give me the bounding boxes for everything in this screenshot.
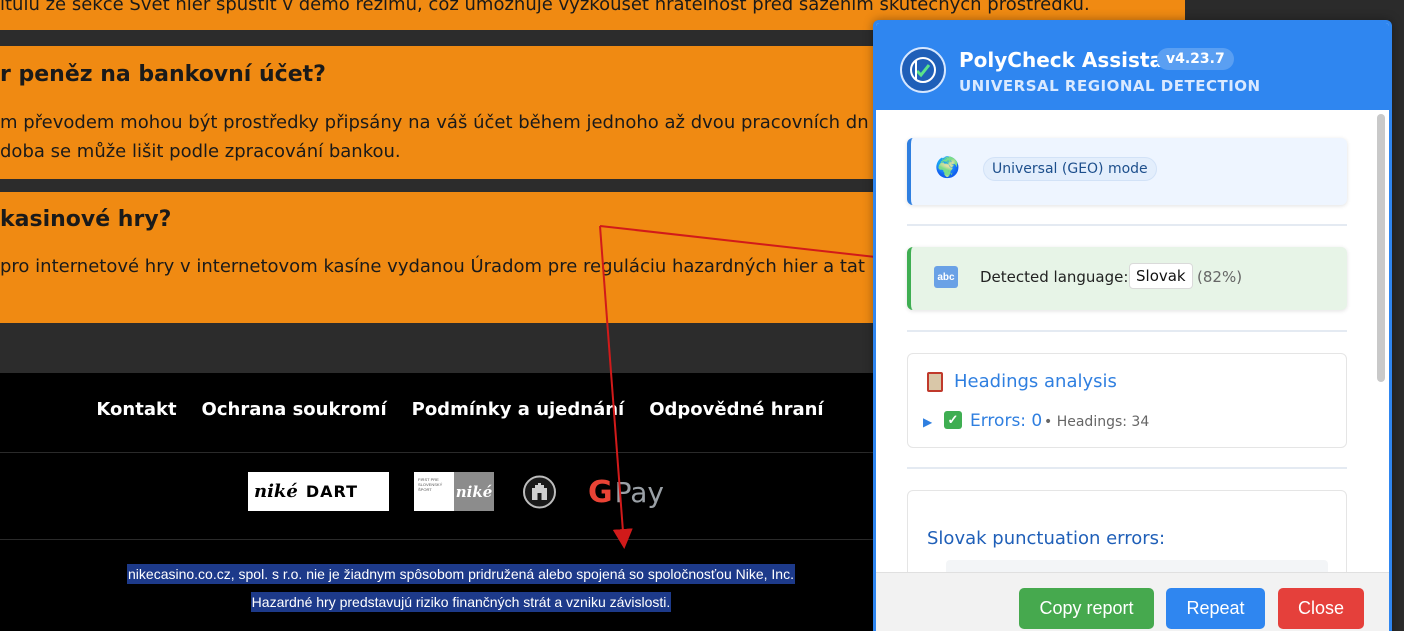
version-badge: v4.23.7 [1157, 48, 1234, 70]
detected-language-value: Slovak [1129, 263, 1193, 289]
panel-footer: Copy report Repeat Close [876, 572, 1389, 631]
disclaimer-line: Hazardné hry predstavujú riziko finančný… [250, 592, 672, 612]
scrollbar-thumb[interactable] [1377, 114, 1385, 382]
panel-header: PolyCheck Assistant v4.23.7 UNIVERSAL RE… [876, 23, 1389, 110]
faq-question[interactable]: kasinové hry? [0, 207, 171, 232]
mode-badge: Universal (GEO) mode [983, 157, 1157, 181]
copy-report-button[interactable]: Copy report [1019, 588, 1154, 629]
punctuation-list [946, 560, 1328, 572]
crest-logo [523, 475, 556, 509]
divider [907, 224, 1347, 226]
nike-dart-league-logo: niké DART [248, 472, 389, 511]
globe-icon: 🌍 [935, 157, 960, 179]
footer-link-responsible-gaming[interactable]: Odpovědné hraní [649, 399, 823, 420]
faq-answer-line: pro internetové hry v internetovom kasín… [0, 256, 865, 277]
abc-icon: abc [934, 266, 958, 288]
headings-title: Headings analysis [954, 371, 1117, 392]
footer-link-privacy[interactable]: Ochrana soukromí [202, 399, 387, 420]
detected-language-label: Detected language: [980, 268, 1129, 286]
footer-link-contact[interactable]: Kontakt [96, 399, 176, 420]
repeat-button[interactable]: Repeat [1166, 588, 1265, 629]
punctuation-title: Slovak punctuation errors: [927, 528, 1166, 549]
faq-answer-line: m převodem mohou být prostředky připsány… [0, 112, 869, 133]
checkmark-icon: ✓ [944, 411, 962, 429]
expand-triangle-icon[interactable]: ▶ [923, 415, 932, 429]
language-card: abc Detected language: Slovak (82%) [907, 247, 1347, 310]
close-button[interactable]: Close [1278, 588, 1364, 629]
faq-answer-top: itulů ze sekce Svět hier spustit v demo … [0, 0, 1090, 15]
polycheck-panel: PolyCheck Assistant v4.23.7 UNIVERSAL RE… [873, 20, 1392, 631]
mode-card: 🌍 Universal (GEO) mode [907, 138, 1347, 205]
divider [907, 330, 1347, 332]
app-subtitle: UNIVERSAL REGIONAL DETECTION [959, 77, 1261, 95]
divider [907, 467, 1347, 469]
language-confidence: (82%) [1197, 268, 1243, 286]
headings-count: • Headings: 34 [1044, 414, 1150, 430]
clipboard-icon [927, 372, 943, 392]
punctuation-card: Slovak punctuation errors: [907, 490, 1347, 572]
nike-sport-logo: FIRST PRE SLOVENSKÝ ŠPORT niké [414, 472, 494, 511]
footer-link-terms[interactable]: Podmínky a ujednání [412, 399, 625, 420]
google-pay-logo: G Pay [588, 474, 664, 510]
polycheck-logo-icon [900, 47, 946, 93]
disclaimer-line: nikecasino.co.cz, spol. s r.o. nie je ži… [127, 564, 795, 584]
headings-errors-toggle[interactable]: Errors: 0 [970, 411, 1042, 431]
faq-answer-line: doba se může lišit podle zpracování bank… [0, 141, 401, 162]
footer-nav: Kontakt Ochrana soukromí Podmínky a ujed… [0, 399, 920, 420]
headings-card: Headings analysis ▶ ✓ Errors: 0 • Headin… [907, 353, 1347, 448]
panel-body[interactable]: 🌍 Universal (GEO) mode abc Detected lang… [876, 110, 1389, 572]
app-title: PolyCheck Assistant [959, 48, 1187, 72]
faq-question[interactable]: r peněz na bankovní účet? [0, 62, 326, 87]
